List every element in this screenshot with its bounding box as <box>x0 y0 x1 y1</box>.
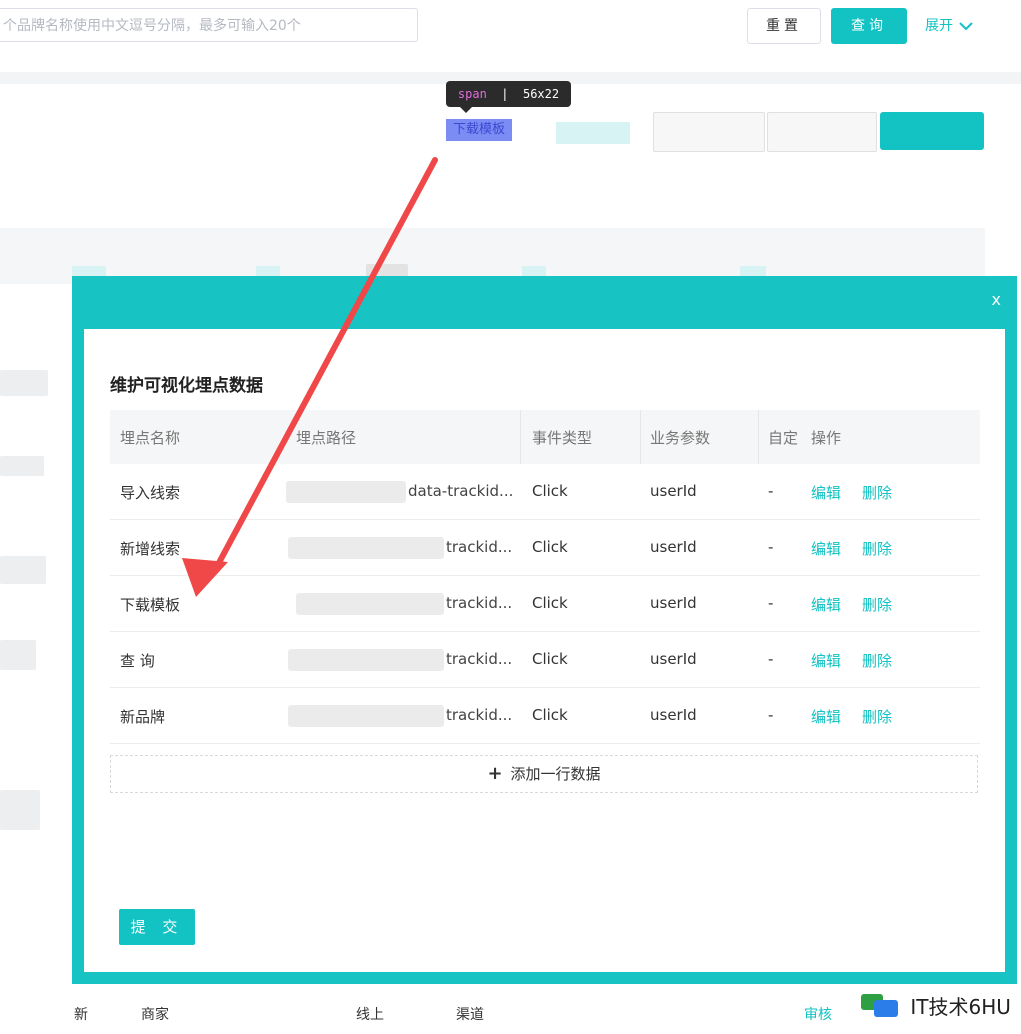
watermark-text: IT技术6HU <box>910 994 1011 1019</box>
row-param: userId <box>650 482 697 500</box>
delete-link[interactable]: 删除 <box>862 650 892 671</box>
blurred-list-cell <box>0 456 44 476</box>
blurred-primary-button[interactable] <box>880 112 984 150</box>
col-name: 埋点名称 <box>120 429 181 447</box>
row-param: userId <box>650 706 697 724</box>
column-divider <box>520 410 521 464</box>
row-custom: - <box>768 706 774 724</box>
row-custom: - <box>768 594 774 612</box>
row-path: trackid... <box>446 706 513 724</box>
review-link[interactable]: 审核 <box>804 1004 832 1024</box>
submit-button[interactable]: 提 交 <box>119 909 195 945</box>
download-template-link[interactable]: 下载模板 <box>446 119 512 141</box>
col-param: 业务参数 <box>650 429 711 447</box>
filter-bar: 个品牌名称使用中文逗号分隔，最多可输入20个 重置 查询 展开 <box>0 0 1021 72</box>
edit-link[interactable]: 编辑 <box>811 650 841 671</box>
edit-link[interactable]: 编辑 <box>811 594 841 615</box>
blurred-list-cell <box>0 640 36 670</box>
brand-search-input[interactable]: 个品牌名称使用中文逗号分隔，最多可输入20个 <box>0 8 418 42</box>
row-name: 新增线索 <box>120 540 181 558</box>
row-name: 新品牌 <box>120 708 166 726</box>
table-row: 查 询 trackid... Click userId - 编辑 删除 <box>110 632 980 688</box>
inspector-separator: | <box>494 87 516 101</box>
reset-button[interactable]: 重置 <box>747 8 821 44</box>
blurred-cell-prefix: 新 <box>74 1007 88 1023</box>
visual-tracking-modal: x 维护可视化埋点数据 埋点名称 埋点路径 事件类型 业务参数 自定 操作 导入… <box>72 276 1017 984</box>
row-name: 导入线索 <box>120 484 181 502</box>
chevron-down-icon <box>959 22 973 31</box>
row-event: Click <box>532 482 568 500</box>
chat-logo-icon <box>861 994 898 1017</box>
blurred-path <box>288 705 444 727</box>
blurred-toolbar-item <box>556 122 630 144</box>
inspector-tag: span <box>457 87 487 101</box>
blurred-path <box>288 649 444 671</box>
edit-link[interactable]: 编辑 <box>811 706 841 727</box>
row-param: userId <box>650 538 697 556</box>
blurred-list-cell <box>0 556 46 584</box>
blurred-button[interactable] <box>767 112 877 152</box>
row-name: 下载模板 <box>120 596 181 614</box>
add-row-label: 添加一行数据 <box>510 765 601 783</box>
row-name: 查 询 <box>120 652 155 670</box>
tracking-table-header: 埋点名称 埋点路径 事件类型 业务参数 自定 操作 <box>110 410 980 464</box>
table-row: 新增线索 trackid... Click userId - 编辑 删除 <box>110 520 980 576</box>
cell-merchant: 商家 <box>141 1007 169 1023</box>
query-button[interactable]: 查询 <box>831 8 907 44</box>
delete-link[interactable]: 删除 <box>862 482 892 503</box>
blurred-list-cell <box>0 790 40 830</box>
row-param: userId <box>650 650 697 668</box>
table-row: 新品牌 trackid... Click userId - 编辑 删除 <box>110 688 980 744</box>
column-divider <box>640 410 641 464</box>
cell-channel: 渠道 <box>456 1007 484 1023</box>
watermark: IT技术6HU <box>860 990 1011 1024</box>
row-path: trackid... <box>446 538 513 556</box>
edit-link[interactable]: 编辑 <box>811 482 841 503</box>
row-path: trackid... <box>446 594 513 612</box>
modal-title: 维护可视化埋点数据 <box>110 376 263 396</box>
row-param: userId <box>650 594 697 612</box>
blurred-button[interactable] <box>653 112 765 152</box>
row-event: Click <box>532 650 568 668</box>
blurred-path <box>286 481 406 503</box>
inspector-size: 56x22 <box>522 87 560 101</box>
column-divider <box>758 410 759 464</box>
table-row: 下载模板 trackid... Click userId - 编辑 删除 <box>110 576 980 632</box>
expand-toggle[interactable]: 展开 <box>925 8 973 44</box>
row-path: trackid... <box>446 650 513 668</box>
delete-link[interactable]: 删除 <box>862 706 892 727</box>
delete-link[interactable]: 删除 <box>862 538 892 559</box>
row-event: Click <box>532 538 568 556</box>
row-event: Click <box>532 594 568 612</box>
row-path: data-trackid... <box>408 482 514 500</box>
plus-icon: + <box>487 763 503 784</box>
expand-label: 展开 <box>925 18 953 34</box>
row-custom: - <box>768 650 774 668</box>
col-action: 操作 <box>811 429 842 447</box>
add-row-button[interactable]: + 添加一行数据 <box>110 755 978 793</box>
close-icon[interactable]: x <box>992 290 1001 309</box>
col-path: 埋点路径 <box>296 429 357 447</box>
blurred-path <box>288 537 444 559</box>
col-custom: 自定 <box>768 429 799 447</box>
row-custom: - <box>768 538 774 556</box>
col-event: 事件类型 <box>532 429 593 447</box>
row-event: Click <box>532 706 568 724</box>
modal-body: 维护可视化埋点数据 埋点名称 埋点路径 事件类型 业务参数 自定 操作 导入线索… <box>84 329 1005 972</box>
edit-link[interactable]: 编辑 <box>811 538 841 559</box>
delete-link[interactable]: 删除 <box>862 594 892 615</box>
cell-line: 线上 <box>356 1007 384 1023</box>
table-row: 导入线索 data-trackid... Click userId - 编辑 删… <box>110 464 980 520</box>
blurred-path <box>296 593 444 615</box>
tracking-table: 埋点名称 埋点路径 事件类型 业务参数 自定 操作 导入线索 data-trac… <box>110 410 980 744</box>
blurred-list-cell <box>0 370 48 396</box>
devtools-inspector-tooltip: span | 56x22 <box>446 81 571 113</box>
row-custom: - <box>768 482 774 500</box>
